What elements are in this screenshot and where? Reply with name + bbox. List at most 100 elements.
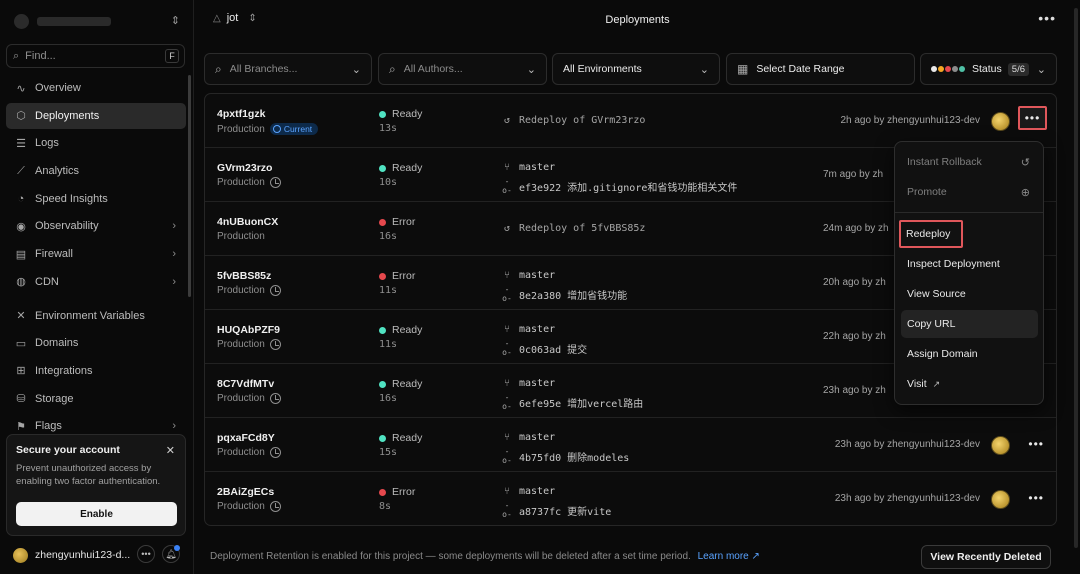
git-branch[interactable]: ⑂ master: [501, 486, 555, 497]
status-filter[interactable]: Status 5/6 ⌄: [920, 53, 1057, 85]
git-commit[interactable]: -o-a8737fc 更新vite: [501, 501, 611, 519]
git-branch[interactable]: ⑂ master: [501, 378, 555, 389]
external-link-icon: ↗: [751, 551, 760, 562]
git-branch[interactable]: ⑂ master: [501, 270, 555, 281]
menu-item-instant-rollback[interactable]: Instant Rollback ↺: [901, 148, 1038, 176]
notification-dot: [174, 545, 180, 551]
chevron-right-icon: ›: [172, 420, 176, 433]
user-menu[interactable]: zhengyunhui123-d... ••• 🔔︎: [6, 542, 186, 568]
avatar: [991, 436, 1010, 455]
menu-item-visit[interactable]: Visit ↗: [901, 370, 1038, 398]
nav-separator: [6, 297, 186, 303]
deployment-id[interactable]: pqxaFCd8Y: [217, 432, 275, 444]
date-range-label: Select Date Range: [756, 63, 845, 75]
arrow-up-circle-icon: ⊕: [1020, 186, 1030, 199]
sidebar-item-deployments[interactable]: ⬡ Deployments: [6, 102, 186, 129]
rollback-icon: ↺: [1020, 156, 1030, 169]
menu-item-copy-url[interactable]: Copy URL: [901, 310, 1038, 338]
deployment-id[interactable]: 5fvBBS85z: [217, 270, 271, 282]
firewall-icon: ▤: [15, 248, 27, 261]
git-commit[interactable]: -o- 8e2a380 增加省钱功能: [501, 285, 627, 303]
sidebar-scrollbar[interactable]: [188, 75, 191, 297]
git-branch[interactable]: ⑂ master: [501, 324, 555, 335]
sidebar-item-overview[interactable]: ∿ Overview: [6, 75, 186, 101]
commit-message: 6efe95e 增加vercel路由: [519, 398, 644, 410]
menu-item-redeploy[interactable]: Redeploy: [899, 220, 963, 248]
deployment-id[interactable]: 8C7VdfMTv: [217, 378, 274, 390]
table-row[interactable]: 4pxtf1gzk Production Current Ready 13s ↺ Redep…: [205, 94, 1056, 148]
deployment-id[interactable]: 2BAiZgECs: [217, 486, 274, 498]
sidebar-item-integrations[interactable]: ⊞ Integrations: [6, 358, 186, 384]
table-row[interactable]: pqxaFCd8Y Production Ready 15s ⑂ master -o- 4b7…: [205, 418, 1056, 472]
sidebar-item-domains[interactable]: ▭ Domains: [6, 330, 186, 356]
sidebar-item-storage[interactable]: ⛁ Storage: [6, 386, 186, 412]
menu-item-view-source[interactable]: View Source: [901, 280, 1038, 308]
table-row[interactable]: 2BAiZgECs Production Error 8s ⑂ master -o-a873…: [205, 472, 1056, 525]
deployment-id[interactable]: GVrm23rzo: [217, 162, 272, 174]
learn-more-link[interactable]: Learn more ↗: [698, 551, 760, 562]
more-options-icon[interactable]: •••: [1028, 491, 1044, 505]
redeploy-source[interactable]: ↺ Redeploy of GVrm23rzo: [501, 115, 645, 126]
redeploy-source[interactable]: ↺ Redeploy of 5fvBBS85z: [501, 223, 645, 234]
learn-more-label: Learn more: [697, 551, 749, 562]
branches-filter-label: All Branches...: [229, 63, 298, 75]
git-commit[interactable]: -o-ef3e922 添加.gitignore和省钱功能相关文件: [501, 177, 737, 195]
more-icon[interactable]: •••: [137, 545, 155, 563]
team-switcher[interactable]: ⇕: [8, 8, 186, 34]
branches-filter[interactable]: ⌕ All Branches... ⌄: [204, 53, 372, 85]
integrations-icon: ⊞: [16, 365, 26, 378]
deployment-id[interactable]: 4pxtf1gzk: [217, 108, 265, 120]
deployment-id[interactable]: HUQAbPZF9: [217, 324, 280, 336]
more-options-icon[interactable]: •••: [1028, 437, 1044, 451]
git-commit[interactable]: -o- 0c063ad 提交: [501, 339, 587, 357]
menu-item-label: Assign Domain: [907, 348, 978, 360]
sidebar-item-speed-insights[interactable]: ◔ Speed Insights: [6, 186, 186, 212]
deployment-id[interactable]: 4nUBuonCX: [217, 216, 278, 228]
sidebar-item-analytics[interactable]: ⟋ Analytics: [6, 158, 186, 184]
status-label: Ready: [392, 378, 423, 390]
sidebar-item-environment-variables[interactable]: ✕ Environment Variables: [6, 303, 186, 329]
environments-filter[interactable]: All Environments ⌄: [552, 53, 720, 85]
flag-icon: ⚑: [16, 420, 26, 433]
status-filter-label: Status: [972, 63, 1002, 75]
menu-item-assign-domain[interactable]: Assign Domain: [901, 340, 1038, 368]
sidebar-item-firewall[interactable]: ▤ Firewall ›: [6, 241, 186, 267]
status-dot: [379, 272, 386, 280]
git-commit[interactable]: -o- 6efe95e 增加vercel路由: [501, 393, 643, 411]
chevron-down-icon: ⌄: [699, 63, 709, 76]
environment-label: Production: [217, 123, 265, 135]
duration: 16s: [379, 231, 398, 242]
menu-item-inspect-deployment[interactable]: Inspect Deployment: [901, 250, 1038, 278]
status-color-dot: [945, 66, 951, 72]
git-commit[interactable]: -o- 4b75fd0 删除modeles: [501, 447, 629, 465]
chart-icon: ⟋: [17, 164, 25, 177]
more-options-icon[interactable]: •••: [1038, 10, 1056, 26]
sidebar-item-logs[interactable]: ☰ Logs: [6, 130, 186, 156]
page-scrollbar[interactable]: [1074, 8, 1078, 548]
view-recently-deleted-button[interactable]: View Recently Deleted: [921, 545, 1051, 569]
sidebar-nav: ∿ Overview ⬡ Deployments ☰ Logs ⟋ Analytics ◔ Spe…: [6, 75, 186, 441]
git-branch[interactable]: ⑂ master: [501, 162, 555, 173]
sidebar-item-cdn[interactable]: ◍ CDN ›: [6, 269, 186, 295]
clock-icon: [269, 339, 281, 350]
status-label: Error: [392, 216, 416, 228]
team-avatar: [14, 13, 29, 29]
deployed-time: 2h ago by zhengyunhui123-dev: [840, 115, 980, 126]
authors-filter[interactable]: ⌕ All Authors... ⌄: [378, 53, 547, 85]
enable-2fa-button[interactable]: Enable: [16, 502, 177, 526]
status-count-badge: 5/6: [1007, 62, 1029, 76]
menu-item-promote[interactable]: Promote ⊕: [901, 178, 1038, 206]
more-options-icon[interactable]: •••: [1018, 106, 1047, 130]
menu-item-label: Copy URL: [907, 318, 956, 330]
git-branch[interactable]: ⑂ master: [501, 432, 555, 443]
close-icon[interactable]: ✕: [166, 444, 175, 457]
find-input[interactable]: ⌕ Find... F: [6, 44, 185, 68]
git-commit-icon: -o-: [502, 393, 512, 411]
clock-icon: [269, 447, 281, 458]
commit-message: 0c063ad 提交: [519, 344, 588, 356]
deployed-time: 23h ago by zhengyunhui123-dev: [834, 439, 980, 450]
sidebar-item-observability[interactable]: ◉ Observability ›: [6, 213, 186, 239]
deployment-environment: Production: [217, 501, 281, 512]
git-commit-icon: -o-: [502, 447, 512, 465]
date-range-filter[interactable]: ▦ Select Date Range: [726, 53, 915, 85]
